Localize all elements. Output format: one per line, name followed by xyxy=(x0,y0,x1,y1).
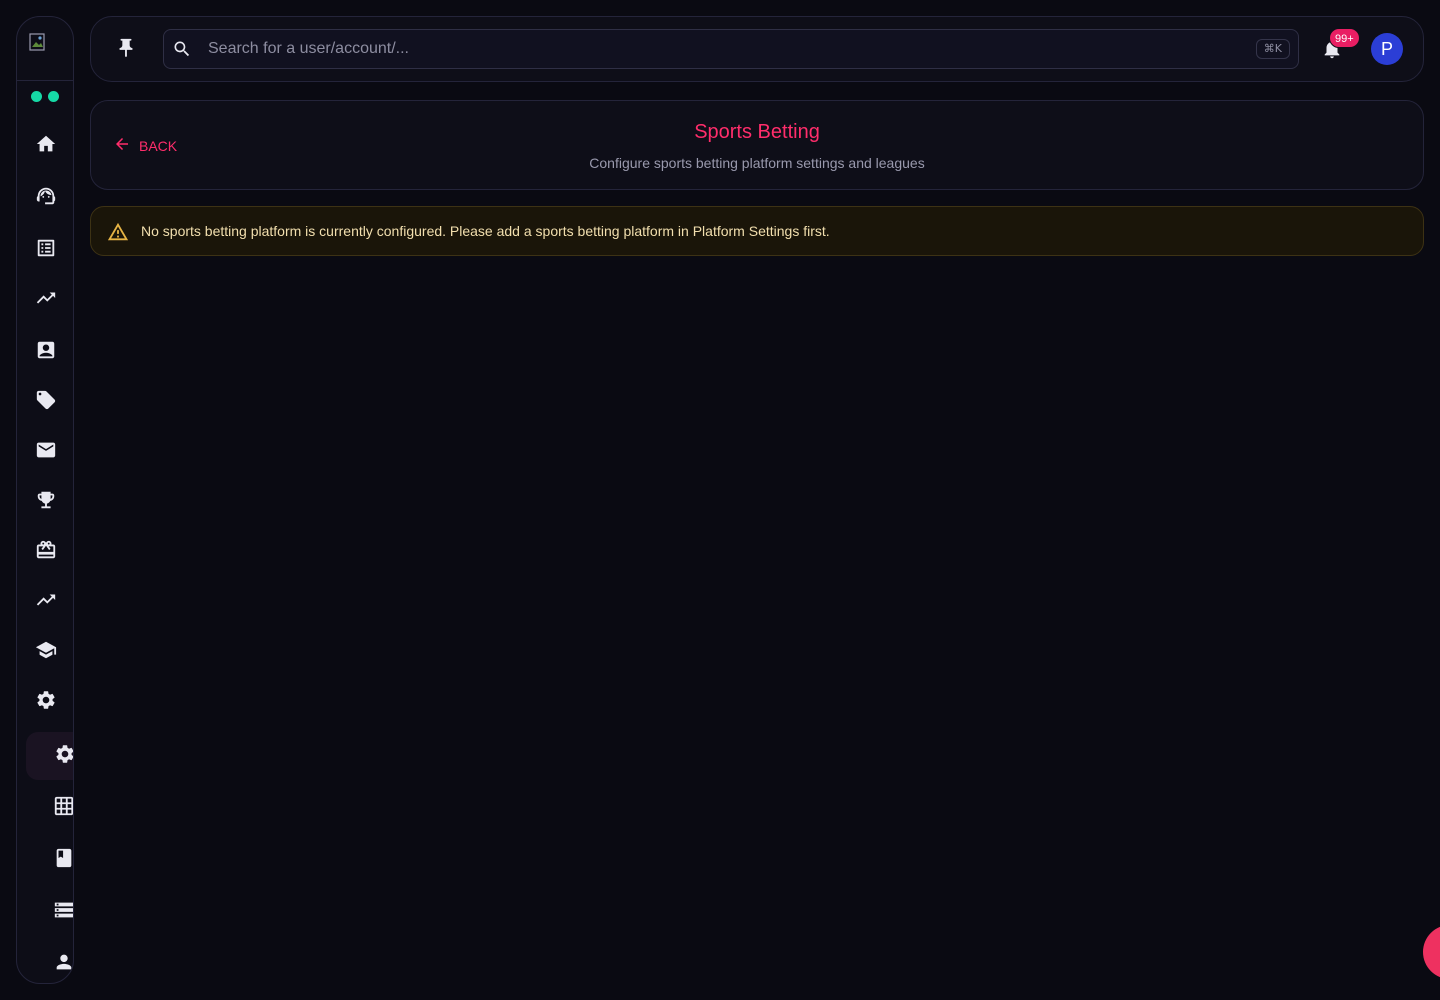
bell-icon xyxy=(1321,40,1343,64)
warning-alert: No sports betting platform is currently … xyxy=(90,206,1424,256)
sidebar-item-mail[interactable] xyxy=(27,433,65,471)
sidebar-item-storage[interactable] xyxy=(45,893,73,931)
sidebar-item-tags[interactable] xyxy=(27,383,65,421)
person-icon xyxy=(53,951,73,978)
status-indicator xyxy=(31,91,59,102)
sidebar-item-home[interactable] xyxy=(27,127,65,165)
sidebar-item-academy[interactable] xyxy=(27,633,65,671)
search-shortcut-hint: ⌘K xyxy=(1255,39,1290,59)
top-bar: ⌘K 99+ P xyxy=(90,16,1424,82)
settings-icon xyxy=(35,689,57,716)
sidebar-item-profile[interactable] xyxy=(45,945,73,983)
sidebar-item-support[interactable] xyxy=(27,179,65,217)
sidebar-item-settings[interactable] xyxy=(27,683,65,721)
sidebar-item-analytics[interactable] xyxy=(27,281,65,319)
warning-icon xyxy=(107,221,129,243)
trending-up-icon xyxy=(35,589,57,616)
sidebar-item-book[interactable] xyxy=(45,841,73,879)
support-agent-icon xyxy=(35,185,57,212)
list-alt-icon xyxy=(35,237,57,264)
search-bar: ⌘K xyxy=(163,29,1299,69)
tag-icon xyxy=(35,389,57,416)
sidebar-item-trends[interactable] xyxy=(27,583,65,621)
gift-card-icon xyxy=(35,539,57,566)
grid-icon xyxy=(53,795,73,822)
book-icon xyxy=(53,847,73,874)
pin-icon xyxy=(115,38,137,63)
sidebar xyxy=(16,16,74,984)
home-icon xyxy=(35,133,57,160)
page-header: BACK Sports Betting Configure sports bet… xyxy=(90,100,1424,190)
settings-icon xyxy=(54,743,73,770)
search-input[interactable] xyxy=(208,30,1238,68)
contact-card-icon xyxy=(35,339,57,366)
page-title: Sports Betting xyxy=(694,121,820,143)
logo-image[interactable] xyxy=(29,33,47,51)
sidebar-item-platform-settings[interactable] xyxy=(26,732,73,780)
sidebar-item-rewards[interactable] xyxy=(27,533,65,571)
mail-icon xyxy=(35,439,57,466)
alert-message: No sports betting platform is currently … xyxy=(141,223,830,239)
school-icon xyxy=(35,639,57,666)
pin-button[interactable] xyxy=(115,37,139,61)
trophy-icon xyxy=(35,489,57,516)
status-dot xyxy=(48,91,59,102)
avatar[interactable]: P xyxy=(1371,33,1403,65)
sidebar-item-grid[interactable] xyxy=(45,789,73,827)
sidebar-item-tournaments[interactable] xyxy=(27,483,65,521)
search-icon xyxy=(172,39,192,59)
status-dot xyxy=(31,91,42,102)
floating-action-button[interactable] xyxy=(1423,925,1440,979)
storage-icon xyxy=(53,899,73,926)
sidebar-item-contacts[interactable] xyxy=(27,333,65,371)
sidebar-divider xyxy=(17,80,73,81)
page-subtitle: Configure sports betting platform settin… xyxy=(589,155,925,171)
trending-up-icon xyxy=(35,287,57,314)
sidebar-item-list[interactable] xyxy=(27,231,65,269)
notification-badge: 99+ xyxy=(1329,28,1360,48)
